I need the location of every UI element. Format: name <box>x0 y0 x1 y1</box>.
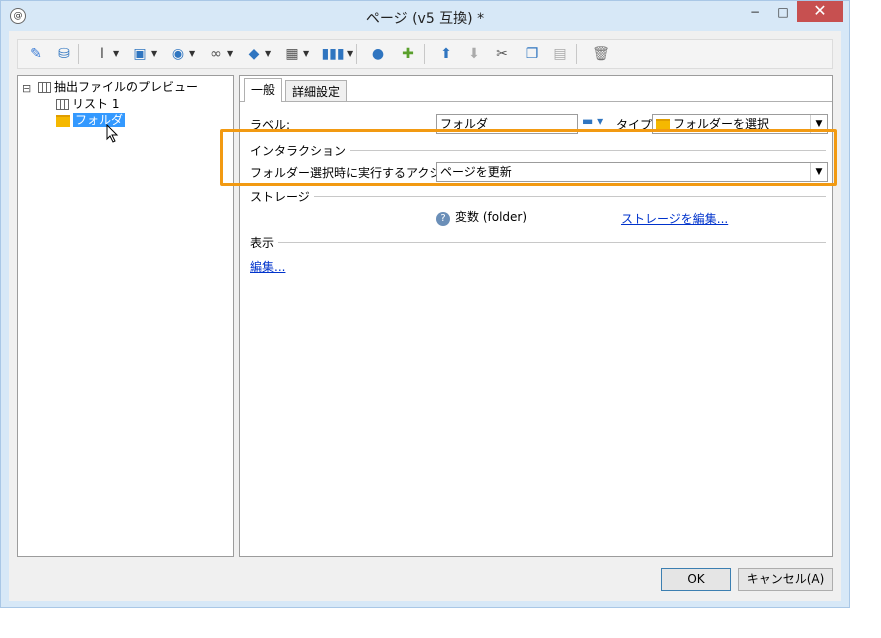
action-select[interactable]: ページを更新 ▼ <box>436 162 828 182</box>
section-divider <box>250 196 826 197</box>
magic-wand-icon[interactable]: ✎ <box>26 45 46 63</box>
close-button[interactable]: ✕ <box>797 1 843 22</box>
storage-info: ? 変数 (folder) <box>436 208 527 226</box>
storage-header-label: ストレージ <box>250 190 314 204</box>
properties-panel: 一般 詳細設定 ラベル: フォルダ ▬ ▾ タイプ: フォルダーを選択 ▼ イン… <box>239 75 833 557</box>
storage-info-text: 変数 (folder) <box>455 210 528 224</box>
layers-icon[interactable]: ◆ <box>244 45 264 63</box>
user-icon[interactable]: ● <box>368 45 388 63</box>
chevron-down-icon[interactable]: ▼ <box>810 163 827 181</box>
display-section-header: 表示 <box>250 234 826 250</box>
chevron-down-icon[interactable]: ▼ <box>151 45 157 63</box>
chevron-down-icon[interactable]: ▼ <box>265 45 271 63</box>
toolbar-separator <box>78 44 79 64</box>
tree-collapse-toggle[interactable]: ⊟ <box>22 80 31 96</box>
tree-item-root[interactable]: 抽出ファイルのプレビュー <box>38 79 198 95</box>
tab-divider <box>240 101 832 102</box>
dialog-client-area: ✎ ⛁ Ⅰ ▼ ▣ ▼ ◉ ▼ ∞ ▼ ◆ ▼ ▦ ▼ ▮▮▮ ▼ ● ✚ ⬆ ⬇ ✂ ❐ ▤ 🗑 ⊟ 抽出ファイルのプレビュ… <box>9 31 841 601</box>
move-up-icon[interactable]: ⬆ <box>436 45 456 63</box>
table-icon <box>38 82 51 93</box>
interaction-section-header: インタラクション <box>250 142 826 158</box>
storage-edit-link[interactable]: ストレージを編集... <box>621 210 728 227</box>
label-options-button[interactable]: ▬ ▾ <box>582 114 603 128</box>
mouse-cursor-icon <box>106 124 119 143</box>
chevron-down-icon[interactable]: ▼ <box>189 45 195 63</box>
cancel-button[interactable]: キャンセル(A) <box>738 568 833 591</box>
window-title: ページ (v5 互換) * <box>365 11 485 27</box>
tree-item-root-label: 抽出ファイルのプレビュー <box>54 80 199 94</box>
chevron-down-icon[interactable]: ▼ <box>347 45 353 63</box>
tab-advanced[interactable]: 詳細設定 <box>285 80 348 102</box>
dialog-window: @ ページ (v5 互換) * − □ ✕ ✎ ⛁ Ⅰ ▼ ▣ ▼ ◉ ▼ ∞ ▼ ◆ ▼ ▦ ▼ ▮▮▮ ▼… <box>0 0 850 608</box>
insert-field-icon[interactable]: ▣ <box>130 45 150 63</box>
section-divider <box>250 242 826 243</box>
database-icon[interactable]: ⛁ <box>54 45 74 63</box>
move-down-icon[interactable]: ⬇ <box>464 45 484 63</box>
storage-section-header: ストレージ <box>250 188 826 204</box>
toolbar: ✎ ⛁ Ⅰ ▼ ▣ ▼ ◉ ▼ ∞ ▼ ◆ ▼ ▦ ▼ ▮▮▮ ▼ ● ✚ ⬆ ⬇ ✂ ❐ ▤ 🗑 <box>17 39 833 69</box>
globe-icon[interactable]: ◉ <box>168 45 188 63</box>
collapse-icon[interactable]: ⊟ <box>22 82 31 95</box>
chevron-down-icon[interactable]: ▼ <box>113 45 119 63</box>
display-edit-link[interactable]: 編集... <box>250 258 285 275</box>
tree-panel: ⊟ 抽出ファイルのプレビュー リスト 1 フォルダ <box>17 75 234 557</box>
folder-icon <box>56 114 70 127</box>
paste-icon[interactable]: ▤ <box>550 45 570 63</box>
help-icon: ? <box>436 212 450 226</box>
text-cursor-icon[interactable]: Ⅰ <box>92 45 112 63</box>
interaction-header-label: インタラクション <box>250 144 351 158</box>
minimize-button[interactable]: − <box>742 1 768 23</box>
type-caption: タイプ: <box>616 118 657 132</box>
label-input[interactable]: フォルダ <box>436 114 578 134</box>
type-select-value: フォルダーを選択 <box>673 117 770 131</box>
add-element-icon[interactable]: ✚ <box>398 45 418 63</box>
columns-icon[interactable]: ▮▮▮ <box>320 45 346 63</box>
ok-button[interactable]: OK <box>661 568 731 591</box>
chevron-down-icon[interactable]: ▼ <box>810 115 827 133</box>
toolbar-separator <box>356 44 357 64</box>
tree-item-list-label: リスト 1 <box>72 97 120 111</box>
chevron-down-icon[interactable]: ▼ <box>303 45 309 63</box>
label-caption: ラベル: <box>250 118 291 132</box>
toolbar-separator <box>576 44 577 64</box>
folder-icon <box>656 118 670 131</box>
grid-icon <box>56 99 69 110</box>
table-icon[interactable]: ▦ <box>282 45 302 63</box>
display-header-label: 表示 <box>250 236 279 250</box>
title-bar: @ ページ (v5 互換) * − □ ✕ <box>1 1 849 31</box>
chevron-down-icon[interactable]: ▼ <box>227 45 233 63</box>
link-icon[interactable]: ∞ <box>206 45 226 63</box>
tab-general[interactable]: 一般 <box>244 78 283 102</box>
copy-icon[interactable]: ❐ <box>522 45 542 63</box>
cut-icon[interactable]: ✂ <box>492 45 512 63</box>
action-select-value: ページを更新 <box>440 165 512 179</box>
delete-icon[interactable]: 🗑 <box>588 45 614 63</box>
type-select[interactable]: フォルダーを選択 ▼ <box>652 114 828 134</box>
tree-item-list[interactable]: リスト 1 <box>56 96 119 112</box>
toolbar-separator <box>424 44 425 64</box>
maximize-button[interactable]: □ <box>770 1 796 23</box>
